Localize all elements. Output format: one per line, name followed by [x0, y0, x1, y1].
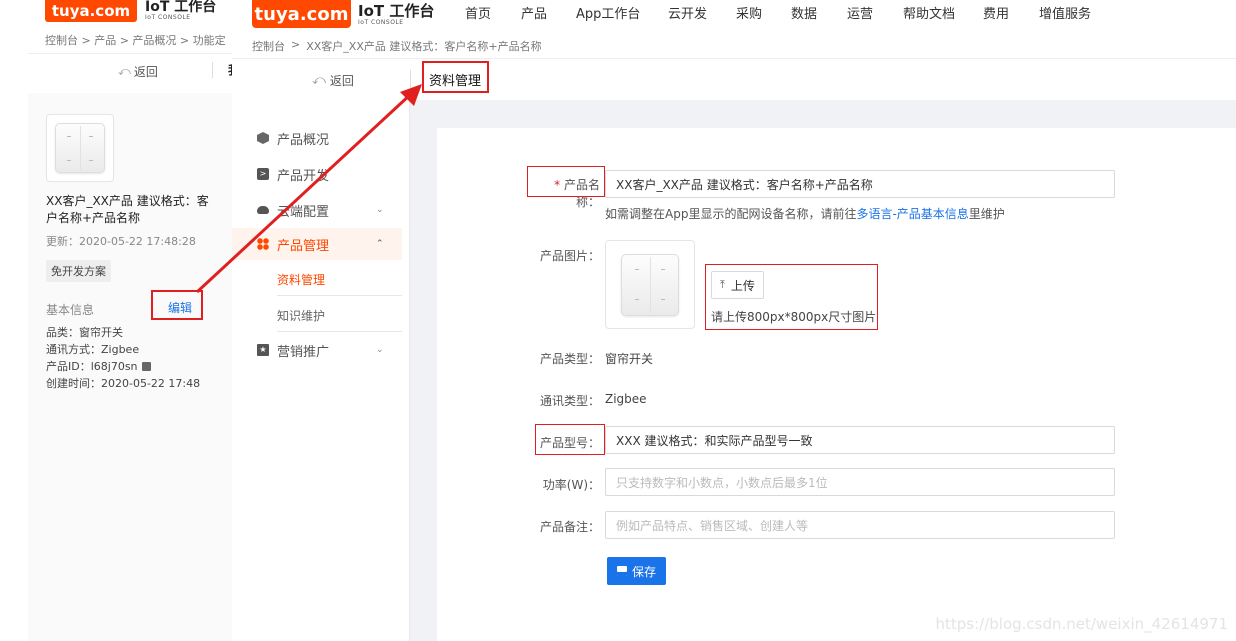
annotation-arrow — [195, 84, 422, 294]
arrow-line — [195, 91, 414, 294]
